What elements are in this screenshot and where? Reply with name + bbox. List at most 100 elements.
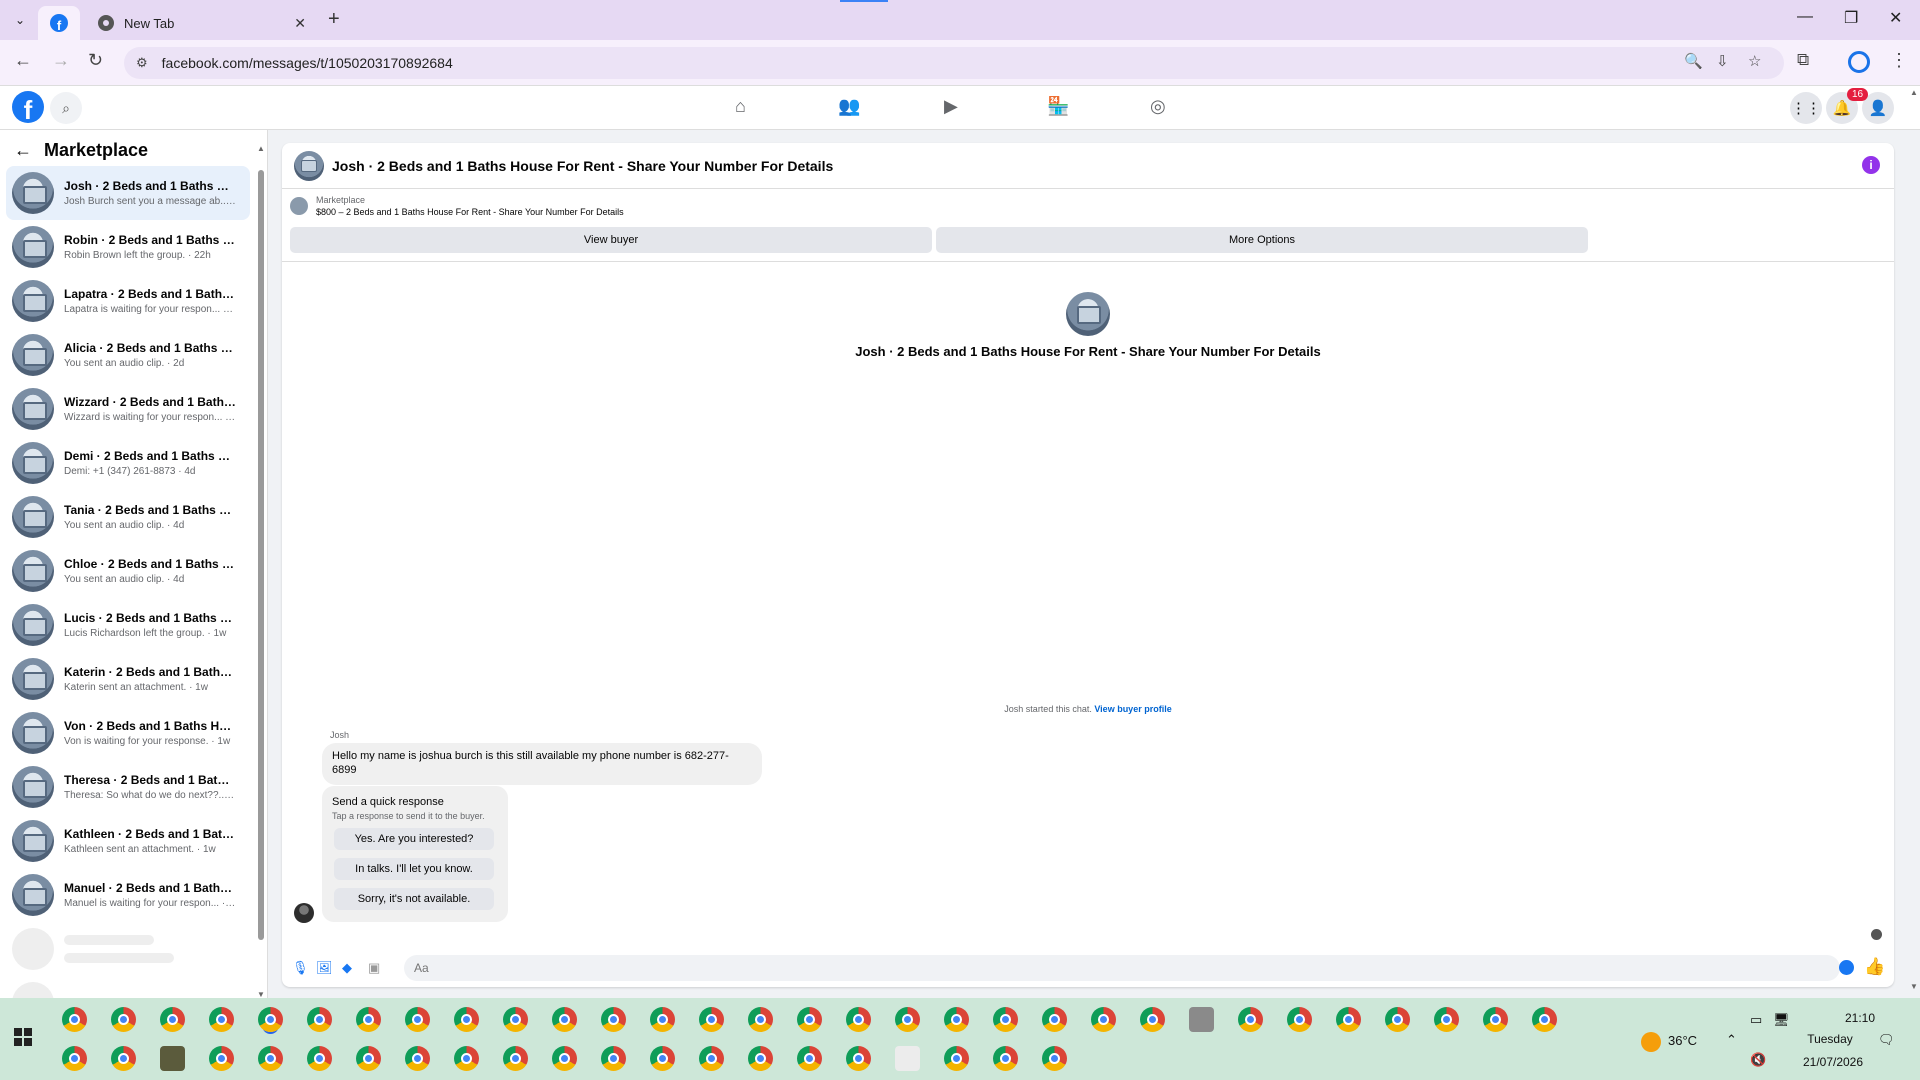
message-input[interactable] <box>404 955 1840 981</box>
scroll-up-icon[interactable]: ▲ <box>257 144 265 153</box>
back-arrow-icon[interactable]: ← <box>14 50 32 71</box>
tab-new-tab[interactable]: New Tab ✕ <box>86 6 318 40</box>
extensions-icon[interactable]: ⧉ <box>1797 50 1809 70</box>
chrome-taskbar-icon[interactable] <box>62 1046 87 1071</box>
conversation-item[interactable]: Demi · 2 Beds and 1 Baths Hous... Demi: +… <box>6 436 250 490</box>
chrome-taskbar-icon[interactable] <box>503 1007 528 1032</box>
clock-time[interactable]: 21:10 <box>1830 1011 1890 1025</box>
chrome-taskbar-icon[interactable] <box>1434 1007 1459 1032</box>
scroll-down-icon[interactable]: ▼ <box>1910 982 1918 991</box>
scroll-up-icon[interactable]: ▲ <box>1910 88 1918 97</box>
home-icon[interactable]: ⌂ <box>735 96 746 117</box>
chrome-taskbar-icon[interactable] <box>699 1046 724 1071</box>
chrome-taskbar-icon[interactable] <box>650 1007 675 1032</box>
conversation-item[interactable]: Katerin · 2 Beds and 1 Baths Ho... Kateri… <box>6 652 250 706</box>
conversation-item[interactable]: Manuel · 2 Beds and 1 Baths Ho... Manuel … <box>6 868 250 922</box>
chrome-taskbar-icon[interactable] <box>1140 1007 1165 1032</box>
watch-icon[interactable]: ▶ <box>944 96 958 117</box>
close-window-icon[interactable]: ✕ <box>1889 8 1902 28</box>
sidebar-scrollbar[interactable]: ▲ ▼ <box>256 144 266 998</box>
conversation-item[interactable]: Tania · 2 Beds and 1 Baths Hous... You se… <box>6 490 250 544</box>
chat-title[interactable]: Josh · 2 Beds and 1 Baths House For Rent… <box>332 158 833 174</box>
chrome-taskbar-icon[interactable] <box>1042 1007 1067 1032</box>
new-tab-plus-icon[interactable]: + <box>328 8 340 31</box>
clock-day[interactable]: Tuesday <box>1800 1032 1860 1046</box>
chrome-taskbar-icon[interactable] <box>699 1007 724 1032</box>
chrome-taskbar-icon[interactable] <box>209 1007 234 1032</box>
chrome-taskbar-icon[interactable] <box>454 1046 479 1071</box>
back-arrow-icon[interactable]: ← <box>14 140 32 161</box>
chat-avatar[interactable] <box>294 150 324 181</box>
chrome-taskbar-icon[interactable] <box>552 1046 577 1071</box>
chrome-taskbar-icon[interactable] <box>356 1046 381 1071</box>
clock-date[interactable]: 21/07/2026 <box>1798 1055 1868 1069</box>
meet-icon[interactable]: ▭ <box>1750 1012 1762 1028</box>
conversation-item[interactable]: Chloe · 2 Beds and 1 Baths H... You sent … <box>6 544 250 598</box>
quick-response-in-talks-button[interactable]: In talks. I'll let you know. <box>334 858 494 880</box>
chrome-taskbar-icon[interactable] <box>405 1046 430 1071</box>
info-icon[interactable]: i <box>1862 156 1880 174</box>
url-text[interactable]: facebook.com/messages/t/1050203170892684 <box>162 55 453 71</box>
chrome-taskbar-icon[interactable] <box>601 1046 626 1071</box>
chrome-taskbar-icon[interactable] <box>797 1046 822 1071</box>
chrome-taskbar-icon[interactable] <box>1483 1007 1508 1032</box>
install-app-icon[interactable]: ⇩ <box>1716 52 1729 70</box>
chrome-taskbar-icon[interactable] <box>993 1046 1018 1071</box>
microphone-icon[interactable]: 🎙 <box>292 960 309 976</box>
chrome-taskbar-icon[interactable] <box>258 1046 283 1071</box>
chrome-taskbar-icon[interactable] <box>405 1007 430 1032</box>
taskbar-app-icon[interactable] <box>895 1046 920 1071</box>
chrome-taskbar-icon[interactable] <box>797 1007 822 1032</box>
tab-search-chevron-icon[interactable]: ⌄ <box>8 8 32 32</box>
gif-icon[interactable]: ▣ <box>368 960 380 976</box>
chrome-taskbar-icon[interactable] <box>1287 1007 1312 1032</box>
marketplace-icon[interactable]: 🏪 <box>1047 96 1069 117</box>
scroll-down-icon[interactable]: ▼ <box>257 990 265 998</box>
friends-icon[interactable]: 👥 <box>838 96 860 117</box>
more-options-button[interactable]: More Options <box>936 227 1588 253</box>
chrome-taskbar-icon[interactable] <box>993 1007 1018 1032</box>
view-buyer-profile-link[interactable]: View buyer profile <box>1094 704 1171 714</box>
chrome-taskbar-icon[interactable] <box>1091 1007 1116 1032</box>
chrome-taskbar-icon[interactable] <box>1042 1046 1067 1071</box>
chrome-taskbar-icon[interactable] <box>552 1007 577 1032</box>
weather-temp[interactable]: 36°C <box>1668 1033 1697 1048</box>
chrome-taskbar-icon[interactable] <box>307 1007 332 1032</box>
chrome-taskbar-icon[interactable] <box>111 1007 136 1032</box>
chrome-taskbar-icon[interactable] <box>846 1046 871 1071</box>
search-icon[interactable]: ⌕ <box>50 92 82 124</box>
menu-grid-icon[interactable]: ⋮⋮ <box>1790 92 1822 124</box>
chrome-taskbar-icon[interactable] <box>601 1007 626 1032</box>
minimize-icon[interactable]: — <box>1797 8 1813 26</box>
close-tab-icon[interactable]: ✕ <box>294 15 306 32</box>
chrome-taskbar-icon[interactable] <box>160 1007 185 1032</box>
quick-response-sorry-button[interactable]: Sorry, it's not available. <box>334 888 494 910</box>
zoom-icon[interactable]: 🔍 <box>1684 52 1703 70</box>
chrome-taskbar-icon[interactable] <box>944 1007 969 1032</box>
like-thumb-icon[interactable]: 👍 <box>1864 957 1885 977</box>
conversation-item[interactable]: Josh · 2 Beds and 1 Baths House... Josh B… <box>6 166 250 220</box>
facebook-logo-icon[interactable]: f <box>12 91 44 123</box>
view-buyer-button[interactable]: View buyer <box>290 227 932 253</box>
message-bubble[interactable]: Hello my name is joshua burch is this st… <box>322 743 762 785</box>
emoji-icon[interactable] <box>1839 960 1854 975</box>
omnibox[interactable]: ⚙ facebook.com/messages/t/10502031708926… <box>124 47 1784 79</box>
chrome-taskbar-icon[interactable] <box>111 1046 136 1071</box>
chrome-taskbar-icon[interactable] <box>1532 1007 1557 1032</box>
restore-icon[interactable]: ❐ <box>1844 8 1858 28</box>
chrome-taskbar-icon[interactable] <box>1238 1007 1263 1032</box>
reload-icon[interactable]: ↻ <box>88 50 103 71</box>
tray-chevron-icon[interactable]: ⌃ <box>1726 1032 1737 1048</box>
site-settings-icon[interactable]: ⚙ <box>136 55 148 71</box>
browser-profile-icon[interactable] <box>1848 51 1870 73</box>
conversation-item[interactable]: Wizzard · 2 Beds and 1 Baths H... Wizzard… <box>6 382 250 436</box>
network-icon[interactable]: 🖥 <box>1773 1012 1790 1028</box>
conversation-item[interactable]: Theresa · 2 Beds and 1 Baths Ho... Theres… <box>6 760 250 814</box>
chrome-taskbar-icon[interactable] <box>944 1046 969 1071</box>
marketplace-listing-row[interactable]: Marketplace $800 – 2 Beds and 1 Baths Ho… <box>290 195 624 217</box>
chrome-taskbar-icon[interactable] <box>650 1046 675 1071</box>
forward-arrow-icon[interactable]: → <box>52 50 70 71</box>
notification-center-icon[interactable]: 🗨 <box>1878 1032 1895 1048</box>
chrome-taskbar-icon[interactable] <box>748 1007 773 1032</box>
chrome-taskbar-icon[interactable] <box>258 1007 283 1032</box>
